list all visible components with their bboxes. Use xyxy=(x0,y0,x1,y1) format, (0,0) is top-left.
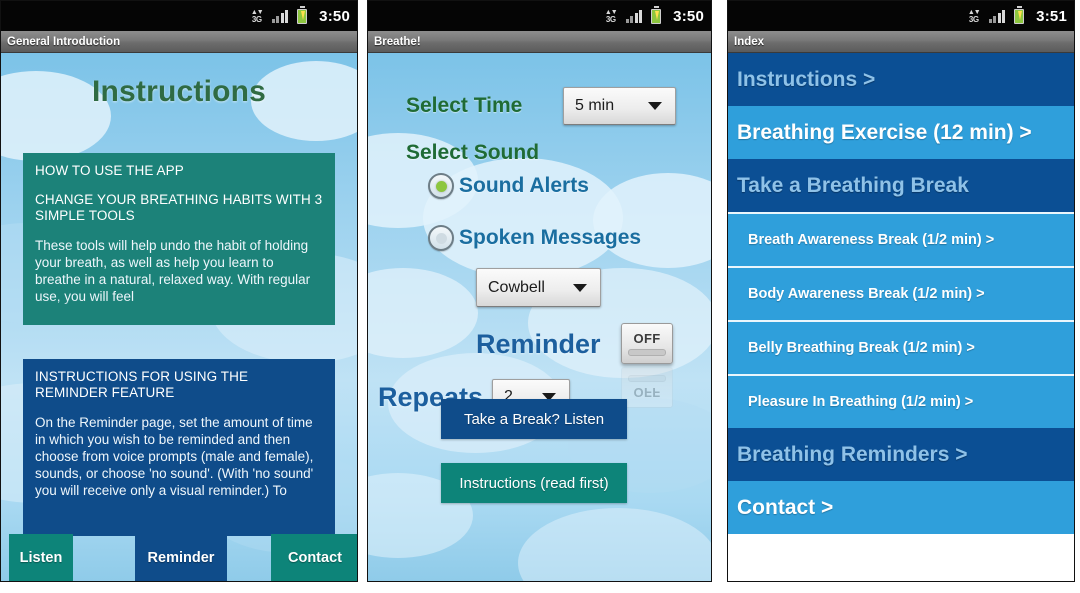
index-item-label: Breathing Exercise (12 min) > xyxy=(737,120,1032,144)
index-list: Instructions > Breathing Exercise (12 mi… xyxy=(728,53,1074,534)
radio-label: Sound Alerts xyxy=(459,174,589,197)
reminder-toggle-reflection-image: OFF xyxy=(621,367,673,408)
app-title-bar: Index xyxy=(728,31,1074,53)
index-item-label: Breathing Reminders > xyxy=(737,442,968,466)
battery-icon xyxy=(297,6,308,24)
index-item-pleasure-in-breathing[interactable]: Pleasure In Breathing (1/2 min) > xyxy=(728,374,1074,428)
select-time-value: 5 min xyxy=(575,97,615,114)
instructions-read-first-button[interactable]: Instructions (read first) xyxy=(441,463,627,503)
index-item-label: Breath Awareness Break (1/2 min) > xyxy=(748,232,995,248)
reminder-toggle-reflection: OFF xyxy=(621,367,673,408)
reminder-toggle[interactable]: OFF xyxy=(621,323,673,364)
app-title-text: Breathe! xyxy=(374,35,421,48)
index-item-breathing-reminders[interactable]: Breathing Reminders > xyxy=(728,428,1074,481)
listen-button[interactable]: Listen xyxy=(9,534,73,581)
app-title-text: Index xyxy=(734,35,765,48)
index-item-breath-awareness-break[interactable]: Breath Awareness Break (1/2 min) > xyxy=(728,212,1074,266)
app-title-text: General Introduction xyxy=(7,35,121,48)
status-bar-clock: 3:51 xyxy=(1036,7,1067,25)
status-bar-clock: 3:50 xyxy=(319,7,350,25)
take-a-break-listen-button[interactable]: Take a Break? Listen xyxy=(441,399,627,439)
card-heading: HOW TO USE THE APP xyxy=(35,163,184,178)
index-item-label: Pleasure In Breathing (1/2 min) > xyxy=(748,394,974,410)
card-heading: INSTRUCTIONS FOR USING THE REMINDER FEAT… xyxy=(35,369,249,400)
signal-bars-icon xyxy=(988,9,1006,23)
card-fade-overlay xyxy=(23,299,335,325)
toggle-track xyxy=(628,349,666,356)
index-item-breathing-exercise[interactable]: Breathing Exercise (12 min) > xyxy=(728,106,1074,159)
reminder-toggle-wrap[interactable]: OFF xyxy=(621,323,673,364)
index-item-label: Body Awareness Break (1/2 min) > xyxy=(748,286,985,302)
status-bar: ▲▼ 3G 3:50 xyxy=(368,1,711,31)
radio-button-selected-icon[interactable] xyxy=(428,173,454,199)
reflection-state-text: OFF xyxy=(633,385,661,400)
signal-bars-icon xyxy=(625,9,643,23)
status-bar: ▲▼ 3G 3:50 xyxy=(1,1,357,31)
status-bar: ▲▼ 3G 3:51 xyxy=(728,1,1074,31)
reminder-button[interactable]: Reminder xyxy=(135,534,227,581)
select-time-spinner[interactable]: 5 min xyxy=(563,87,676,125)
card-subheading: CHANGE YOUR BREATHING HABITS WITH 3 SIMP… xyxy=(35,192,323,223)
radio-button-unselected-icon[interactable] xyxy=(428,225,454,251)
battery-icon xyxy=(651,6,662,24)
card-fade-overlay xyxy=(23,510,335,536)
status-bar-clock: 3:50 xyxy=(673,7,704,25)
index-item-label: Contact > xyxy=(737,495,834,519)
index-item-label: Take a Breathing Break xyxy=(737,173,969,197)
index-item-label: Belly Breathing Break (1/2 min) > xyxy=(748,340,975,356)
chevron-down-icon xyxy=(573,283,587,292)
phone-screen-general-introduction: ▲▼ 3G 3:50 General Introduction Instruct… xyxy=(0,0,358,582)
index-item-contact[interactable]: Contact > xyxy=(728,481,1074,534)
sound-value: Cowbell xyxy=(488,278,545,296)
network-3g-icon: ▲▼ 3G xyxy=(967,8,981,24)
sound-select-row: Cowbell xyxy=(476,268,601,307)
page-title: Instructions xyxy=(91,75,267,108)
reminder-label: Reminder xyxy=(476,329,601,359)
bottom-button-bar: Listen Reminder Contact xyxy=(1,534,357,581)
card-body: On the Reminder page, set the amount of … xyxy=(35,415,314,498)
battery-icon xyxy=(1014,6,1025,24)
reminder-label-row: Reminder xyxy=(476,329,601,360)
select-time-row: Select Time 5 min xyxy=(406,87,676,125)
radio-option-spoken-messages[interactable]: Spoken Messages xyxy=(428,225,641,251)
network-3g-icon: ▲▼ 3G xyxy=(604,8,618,24)
phone-screen-breathe: ▲▼ 3G 3:50 Breathe! Select Time 5 min Se… xyxy=(367,0,712,582)
index-item-instructions[interactable]: Instructions > xyxy=(728,53,1074,106)
index-item-take-a-breathing-break[interactable]: Take a Breathing Break xyxy=(728,159,1074,212)
toggle-track-reflection xyxy=(628,375,666,382)
index-item-label: Instructions > xyxy=(737,67,876,91)
card-body: These tools will help undo the habit of … xyxy=(35,238,311,304)
index-item-belly-breathing-break[interactable]: Belly Breathing Break (1/2 min) > xyxy=(728,320,1074,374)
screenshot-stage: ▲▼ 3G 3:50 General Introduction Instruct… xyxy=(0,0,1080,593)
network-3g-icon: ▲▼ 3G xyxy=(250,8,264,24)
reminder-toggle-state: OFF xyxy=(633,331,661,346)
chevron-down-icon xyxy=(648,102,662,110)
select-time-label: Select Time xyxy=(406,94,523,117)
radio-option-sound-alerts[interactable]: Sound Alerts xyxy=(428,173,589,199)
app-title-bar: General Introduction xyxy=(1,31,357,53)
phone-screen-index: ▲▼ 3G 3:51 Index Instructions > Breathin… xyxy=(727,0,1075,582)
card-how-to-use-the-app: HOW TO USE THE APP CHANGE YOUR BREATHING… xyxy=(23,153,335,325)
index-item-body-awareness-break[interactable]: Body Awareness Break (1/2 min) > xyxy=(728,266,1074,320)
sound-spinner[interactable]: Cowbell xyxy=(476,268,601,307)
signal-bars-icon xyxy=(271,9,289,23)
app-title-bar: Breathe! xyxy=(368,31,711,53)
card-reminder-instructions: INSTRUCTIONS FOR USING THE REMINDER FEAT… xyxy=(23,359,335,536)
select-sound-label-row: Select Sound xyxy=(406,141,539,165)
contact-button[interactable]: Contact xyxy=(271,534,357,581)
radio-label: Spoken Messages xyxy=(459,226,642,249)
select-sound-label: Select Sound xyxy=(406,141,540,164)
